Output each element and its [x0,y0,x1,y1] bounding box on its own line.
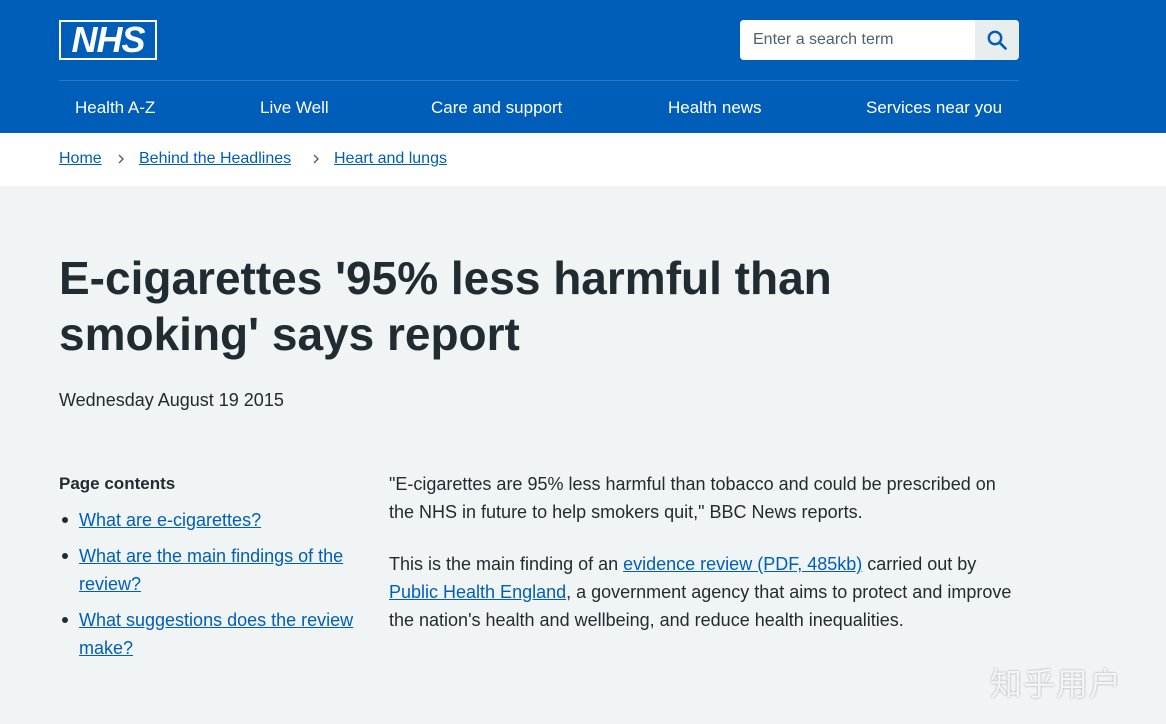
page-contents-list: What are e-cigarettes? What are the main… [59,506,359,670]
list-item: What are the main findings of the review… [59,542,359,598]
breadcrumb-behind-the-headlines[interactable]: Behind the Headlines [139,148,291,170]
article-date: Wednesday August 19 2015 [59,390,284,410]
site-header: NHS Health A-Z Live Well Care and suppor… [0,0,1166,133]
evidence-review-link[interactable]: evidence review (PDF, 485kb) [623,554,862,574]
page-contents-heading: Page contents [59,474,176,493]
contents-link-main-findings[interactable]: What are the main findings of the review… [79,546,343,594]
nav-item-health-news[interactable]: Health news [668,96,762,120]
nav-divider [59,80,1019,81]
paragraph-text: carried out by [862,554,977,574]
chevron-right-icon [313,154,319,164]
article-paragraph-1: "E-cigarettes are 95% less harmful than … [389,474,996,522]
list-item: What suggestions does the review make? [59,606,359,662]
nav-item-services-near-you[interactable]: Services near you [866,96,1002,120]
public-health-england-link[interactable]: Public Health England [389,582,566,602]
nav-item-care-and-support[interactable]: Care and support [431,96,562,120]
search-icon [987,30,1007,50]
list-item: What are e-cigarettes? [59,506,359,534]
nav-item-health-a-z[interactable]: Health A-Z [75,96,155,120]
contents-link-suggestions[interactable]: What suggestions does the review make? [79,610,353,658]
article-paragraph-2: This is the main finding of an evidence … [389,550,1021,634]
contents-link-what-are-e-cigarettes[interactable]: What are e-cigarettes? [79,510,261,530]
nhs-logo[interactable]: NHS [59,20,157,60]
watermark: 知乎用户 [990,665,1123,703]
article-body: "E-cigarettes are 95% less harmful than … [389,470,1021,658]
search-button[interactable] [975,20,1019,60]
paragraph-text: This is the main finding of an [389,554,624,574]
chevron-right-icon [118,154,124,164]
nhs-logo-text: NHS [61,22,155,58]
page-title: E-cigarettes '95% less harmful than smok… [59,252,832,360]
breadcrumb-home[interactable]: Home [59,148,102,170]
search-input[interactable] [740,20,975,60]
nav-item-live-well[interactable]: Live Well [260,96,329,120]
breadcrumb-heart-and-lungs[interactable]: Heart and lungs [334,148,447,170]
